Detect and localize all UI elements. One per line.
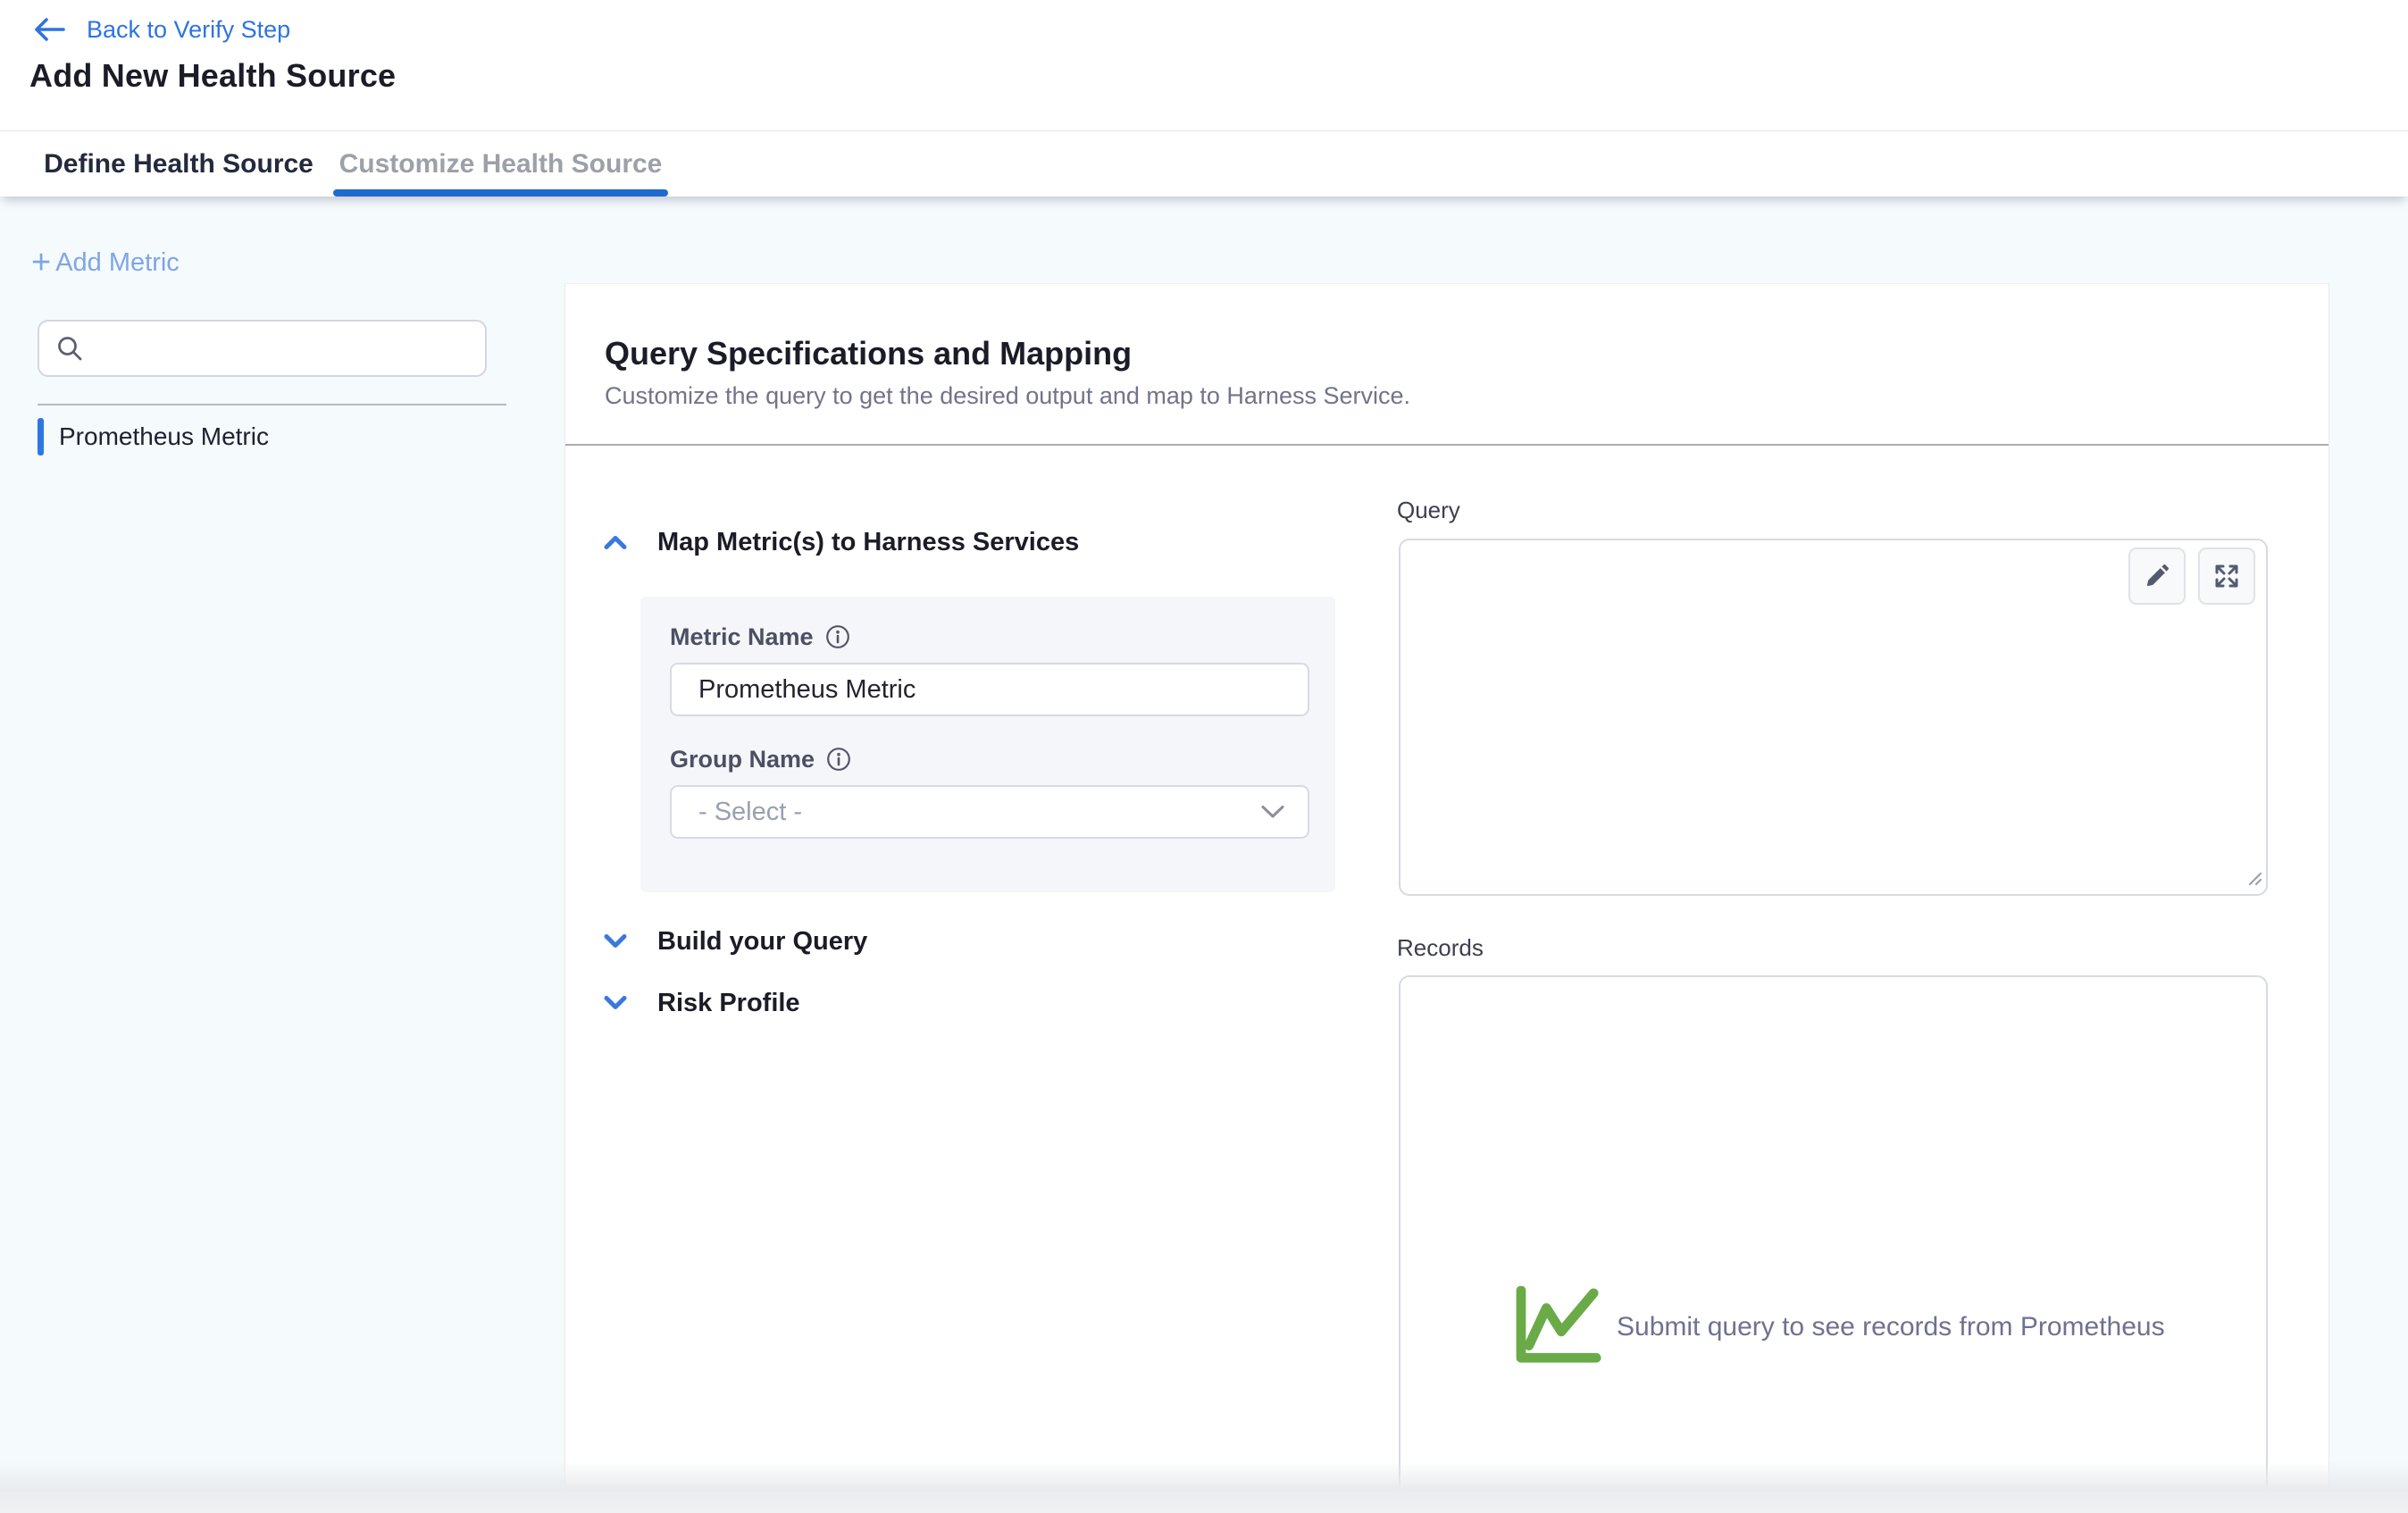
- section-build-query-toggle[interactable]: Build your Query: [603, 924, 867, 958]
- records-empty-message: Submit query to see records from Prometh…: [1617, 1312, 2165, 1342]
- group-name-label: Group Name: [670, 746, 815, 773]
- selected-item-indicator: [38, 418, 44, 456]
- line-chart-icon: [1515, 1286, 1606, 1368]
- back-link-label: Back to Verify Step: [87, 16, 290, 44]
- section-risk-profile-title: Risk Profile: [657, 989, 800, 1018]
- metric-name-label-row: Metric Name: [670, 622, 850, 652]
- back-link[interactable]: Back to Verify Step: [31, 13, 290, 46]
- plus-icon: +: [31, 249, 51, 276]
- panel-title: Query Specifications and Mapping: [605, 335, 1132, 372]
- sidebar-item-prometheus-metric[interactable]: Prometheus Metric: [38, 417, 520, 456]
- records-label: Records: [1397, 934, 1484, 962]
- records-panel: Submit query to see records from Prometh…: [1399, 975, 2268, 1513]
- add-metric-label: Add Metric: [55, 248, 180, 278]
- page: Back to Verify Step Add New Health Sourc…: [0, 0, 2408, 1513]
- panel-subtitle: Customize the query to get the desired o…: [605, 382, 1410, 410]
- query-label: Query: [1397, 497, 1460, 524]
- page-header: Back to Verify Step Add New Health Sourc…: [0, 0, 2408, 131]
- bottom-scroll-band: [0, 1461, 2408, 1513]
- search-icon: [55, 334, 84, 363]
- info-icon[interactable]: [826, 747, 851, 772]
- active-tab-underline: [333, 189, 668, 196]
- sidebar-divider: [38, 404, 506, 405]
- back-arrow-icon: [31, 16, 65, 43]
- section-build-query-title: Build your Query: [657, 927, 867, 957]
- chevron-down-icon: [1261, 805, 1284, 819]
- section-map-metrics-title: Map Metric(s) to Harness Services: [657, 528, 1079, 557]
- chevron-down-icon: [603, 993, 628, 1013]
- records-empty-state: Submit query to see records from Prometh…: [1515, 1285, 2165, 1369]
- fullscreen-icon: [2212, 562, 2241, 590]
- group-name-placeholder: - Select -: [698, 798, 802, 827]
- metric-name-label: Metric Name: [670, 623, 814, 651]
- tab-bar: Define Health Source Customize Health So…: [0, 131, 2408, 196]
- tab-customize-health-source[interactable]: Customize Health Source: [333, 131, 668, 196]
- group-name-select[interactable]: - Select -: [670, 785, 1309, 839]
- section-risk-profile-toggle[interactable]: Risk Profile: [603, 986, 800, 1020]
- pencil-icon: [2143, 562, 2171, 590]
- group-name-label-row: Group Name: [670, 744, 851, 774]
- edit-query-button[interactable]: [2128, 548, 2186, 605]
- section-map-metrics-toggle[interactable]: Map Metric(s) to Harness Services: [603, 525, 1079, 559]
- page-title: Add New Health Source: [29, 57, 396, 95]
- expand-query-button[interactable]: [2198, 548, 2255, 605]
- query-specifications-panel: Query Specifications and Mapping Customi…: [564, 283, 2329, 1513]
- chevron-up-icon: [603, 532, 628, 552]
- search-input[interactable]: [96, 333, 471, 364]
- info-icon[interactable]: [825, 624, 850, 649]
- query-editor-wrap: [1399, 539, 2268, 896]
- map-metric-form-card: Metric Name Group Name: [640, 597, 1335, 892]
- add-metric-button[interactable]: + Add Metric: [31, 246, 180, 280]
- metric-item-label: Prometheus Metric: [59, 422, 269, 451]
- tab-define-health-source[interactable]: Define Health Source: [36, 131, 322, 196]
- chevron-down-icon: [603, 932, 628, 951]
- resize-grip[interactable]: [2240, 864, 2263, 891]
- panel-divider: [565, 444, 2329, 446]
- metric-search-box: [38, 320, 487, 377]
- metric-name-input[interactable]: [670, 663, 1309, 716]
